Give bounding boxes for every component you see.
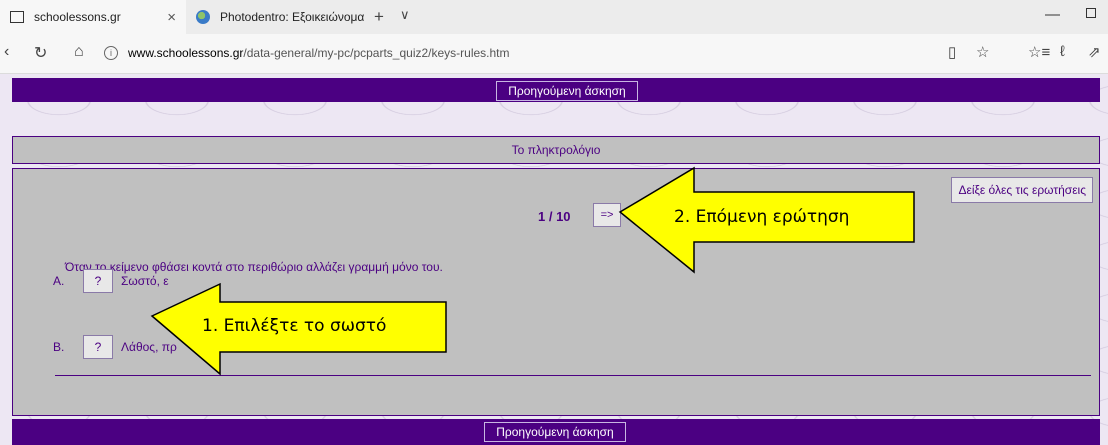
share-icon[interactable]: ⇗ <box>1088 43 1101 61</box>
callout-next-question: 2. Επόμενη ερώτηση <box>618 166 918 276</box>
url-field[interactable]: i www.schoolessons.gr/data-general/my-pc… <box>104 40 944 66</box>
bottom-nav-bar: Προηγούμενη άσκηση <box>12 419 1100 445</box>
tab-title: schoolessons.gr <box>34 10 121 24</box>
refresh-icon[interactable]: ↻ <box>34 43 47 63</box>
tab-close-icon[interactable]: × <box>167 9 176 26</box>
globe-icon <box>196 10 210 24</box>
maximize-button[interactable] <box>1086 8 1096 18</box>
callout-text: 1. Επιλέξτε το σωστό <box>202 316 387 336</box>
tab-menu-chevron-icon[interactable]: ∨ <box>400 7 410 23</box>
tab-photodentro[interactable]: Photodentro: Εξοικειώνομα <box>186 0 366 34</box>
top-nav-bar: Προηγούμενη άσκηση <box>12 78 1100 102</box>
option-letter: A. <box>53 274 65 288</box>
reading-view-icon[interactable]: ▯ <box>948 43 956 61</box>
tab-title: Photodentro: Εξοικειώνομα <box>220 10 365 24</box>
previous-exercise-button[interactable]: Προηγούμενη άσκηση <box>496 81 638 101</box>
back-icon[interactable]: ‹ <box>4 43 9 61</box>
callout-text: 2. Επόμενη ερώτηση <box>674 207 850 227</box>
home-icon[interactable]: ⌂ <box>74 43 84 61</box>
previous-exercise-button-bottom[interactable]: Προηγούμενη άσκηση <box>484 422 626 442</box>
option-letter: B. <box>53 340 65 354</box>
url-path: /data-general/my-pc/pcparts_quiz2/keys-r… <box>243 46 510 60</box>
option-b-answer-button[interactable]: ? <box>83 335 113 359</box>
minimize-button[interactable]: — <box>1045 6 1060 23</box>
url-host: www.schoolessons.gr <box>128 46 244 60</box>
quiz-title: Το πληκτρολόγιο <box>12 136 1100 164</box>
next-question-button[interactable]: => <box>593 203 621 227</box>
site-info-icon[interactable]: i <box>104 46 118 60</box>
show-all-questions-button[interactable]: Δείξε όλες τις ερωτήσεις <box>951 177 1093 203</box>
question-counter: 1 / 10 <box>538 209 571 224</box>
callout-choose-correct: 1. Επιλέξτε το σωστό <box>150 282 450 378</box>
favorite-star-icon[interactable]: ☆ <box>976 43 989 61</box>
option-a-answer-button[interactable]: ? <box>83 269 113 293</box>
new-tab-button[interactable]: + <box>374 7 384 27</box>
favorites-list-icon[interactable]: ☆≡ <box>1028 43 1050 61</box>
address-bar: ‹ ↻ ⌂ i www.schoolessons.gr/data-general… <box>0 34 1108 74</box>
page-content: Προηγούμενη άσκηση Το πληκτρολόγιο Δείξε… <box>0 74 1108 445</box>
tab-bar: schoolessons.gr × Photodentro: Εξοικειών… <box>0 0 1108 34</box>
tab-schoolessons[interactable]: schoolessons.gr × <box>0 0 186 34</box>
tab-page-icon <box>10 11 24 23</box>
pen-icon[interactable]: ℓ <box>1060 43 1065 60</box>
